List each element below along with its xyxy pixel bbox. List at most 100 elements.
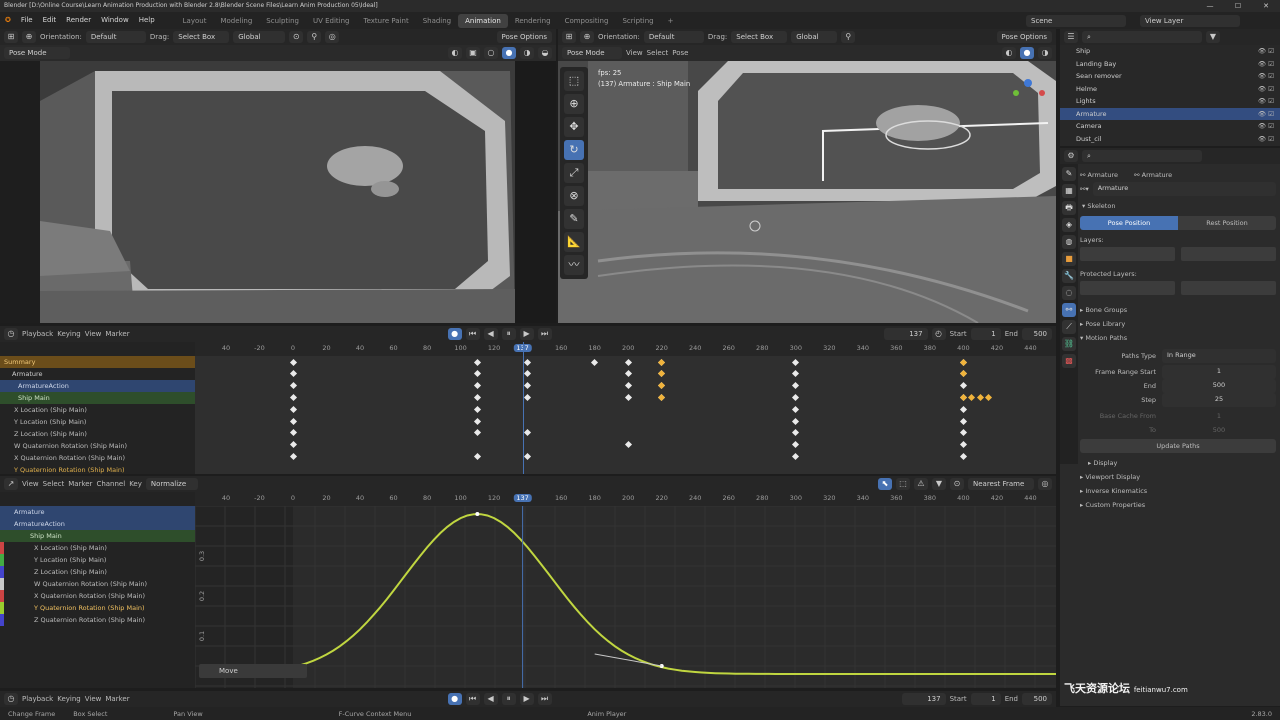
select-box-tool-icon[interactable]: ⬚ bbox=[564, 71, 584, 91]
workspace-tab-uv-editing[interactable]: UV Editing bbox=[306, 14, 357, 28]
visibility-eye-icon[interactable]: 👁 ☑ bbox=[1258, 58, 1274, 71]
only-errors-icon[interactable]: ⚠ bbox=[914, 478, 928, 490]
panel-custom-properties[interactable]: ▸ Custom Properties bbox=[1080, 498, 1276, 512]
channel-armature[interactable]: Armature bbox=[0, 368, 195, 380]
keyframe[interactable] bbox=[792, 429, 800, 437]
keyframe[interactable] bbox=[959, 441, 967, 449]
channel-x-location[interactable]: X Location (Ship Main) bbox=[0, 404, 195, 416]
dopesheet-keys[interactable] bbox=[195, 356, 1056, 474]
channel-group-ship-main[interactable]: Ship Main bbox=[0, 530, 195, 542]
keyframe-selected[interactable] bbox=[984, 393, 993, 401]
dopesheet-ruler[interactable]: 40-2002040608010012013716018020022024026… bbox=[195, 342, 1056, 356]
menu-playback[interactable]: Playback bbox=[22, 330, 53, 338]
pause-icon[interactable]: ⏸ bbox=[501, 693, 516, 705]
workspace-tab-modeling[interactable]: Modeling bbox=[213, 14, 259, 28]
keyframe[interactable] bbox=[289, 429, 297, 437]
menu-view[interactable]: View bbox=[22, 480, 39, 488]
protected-layers-grid[interactable] bbox=[1080, 281, 1276, 295]
keyframe[interactable] bbox=[959, 452, 967, 460]
channel-x-quat[interactable]: X Quaternion Rotation (Ship Main) bbox=[0, 452, 195, 464]
mode-dropdown[interactable]: Pose Mode bbox=[562, 47, 622, 59]
status-anim-player[interactable]: Anim Player bbox=[587, 710, 626, 718]
keyframe[interactable] bbox=[473, 370, 481, 378]
editor-type-icon[interactable]: ◷ bbox=[4, 693, 18, 705]
workspace-tab-compositing[interactable]: Compositing bbox=[558, 14, 616, 28]
panel-inverse-kinematics[interactable]: ▸ Inverse Kinematics bbox=[1080, 484, 1276, 498]
menu-key[interactable]: Key bbox=[129, 480, 142, 488]
transform-orientation-dropdown[interactable]: Global bbox=[233, 31, 286, 43]
orientation-dropdown[interactable]: Default bbox=[85, 31, 146, 43]
next-key-icon[interactable]: ▶ bbox=[519, 328, 534, 340]
shading-solid-icon[interactable]: ● bbox=[502, 47, 516, 59]
keyframe[interactable] bbox=[792, 382, 800, 390]
menu-marker[interactable]: Marker bbox=[105, 695, 129, 703]
pose-options-dropdown[interactable]: Pose Options bbox=[996, 31, 1052, 43]
xray-icon[interactable]: ▣ bbox=[466, 47, 480, 59]
menu-window[interactable]: Window bbox=[96, 12, 134, 29]
channel-z-location[interactable]: Z Location (Ship Main) bbox=[0, 428, 195, 440]
filter-icon[interactable]: ▼ bbox=[1206, 31, 1220, 43]
keyframe[interactable] bbox=[624, 358, 632, 366]
visibility-eye-icon[interactable]: 👁 ☑ bbox=[1258, 95, 1274, 108]
armature-name-field[interactable]: Armature bbox=[1092, 182, 1276, 196]
workspace-tab-rendering[interactable]: Rendering bbox=[508, 14, 558, 28]
menu-view[interactable]: View bbox=[85, 330, 102, 338]
keyframe[interactable] bbox=[289, 452, 297, 460]
keyframe[interactable] bbox=[959, 417, 967, 425]
channel-w-quat[interactable]: W Quaternion Rotation (Ship Main) bbox=[0, 440, 195, 452]
proportional-edit-icon[interactable]: ◎ bbox=[325, 31, 340, 43]
keyframe[interactable] bbox=[524, 393, 532, 401]
pivot-icon[interactable]: ⊙ bbox=[950, 478, 964, 490]
keyframe[interactable] bbox=[289, 393, 297, 401]
frame-range-end-field[interactable]: 500 bbox=[1162, 379, 1276, 393]
outliner-item[interactable]: Ship 👁 ☑ bbox=[1060, 45, 1280, 58]
shading-material-icon[interactable]: ◑ bbox=[520, 47, 534, 59]
keyframe[interactable] bbox=[792, 441, 800, 449]
keyframe[interactable] bbox=[591, 358, 599, 366]
channel-action[interactable]: ArmatureAction bbox=[0, 518, 195, 530]
cursor-tool-icon[interactable]: ⊕ bbox=[564, 94, 584, 114]
render-tab-icon[interactable]: ▦ bbox=[1062, 184, 1076, 198]
outliner-item[interactable]: Sean remover 👁 ☑ bbox=[1060, 70, 1280, 83]
object-tab-icon[interactable]: ■ bbox=[1062, 252, 1076, 266]
view-layer-selector[interactable]: View Layer bbox=[1140, 14, 1240, 27]
current-frame-field[interactable]: 137 bbox=[901, 693, 946, 705]
curve-y-location[interactable]: Y Location (Ship Main) bbox=[0, 554, 195, 566]
outliner-item[interactable]: Dust_cil 👁 ☑ bbox=[1060, 133, 1280, 146]
outliner-item[interactable]: Landing Bay 👁 ☑ bbox=[1060, 58, 1280, 71]
editor-type-icon[interactable]: ⚙ bbox=[1064, 150, 1078, 162]
scale-tool-icon[interactable]: ⤢ bbox=[564, 163, 584, 183]
panel-pose-library[interactable]: ▸ Pose Library bbox=[1080, 317, 1276, 331]
visibility-eye-icon[interactable]: 👁 ☑ bbox=[1258, 45, 1274, 58]
update-paths-button[interactable]: Update Paths bbox=[1080, 439, 1276, 453]
editor-type-icon[interactable]: ◷ bbox=[4, 328, 18, 340]
keyframe[interactable] bbox=[624, 382, 632, 390]
record-icon[interactable]: ● bbox=[447, 693, 462, 705]
maximize-button[interactable]: ☐ bbox=[1224, 0, 1252, 12]
properties-search[interactable]: ⌕ bbox=[1082, 150, 1202, 162]
panel-skeleton[interactable]: ▾ Skeleton bbox=[1080, 199, 1276, 213]
menu-keying[interactable]: Keying bbox=[57, 330, 81, 338]
workspace-tab-scripting[interactable]: Scripting bbox=[615, 14, 660, 28]
panel-display[interactable]: ▸ Display bbox=[1080, 456, 1276, 470]
workspace-tab-shading[interactable]: Shading bbox=[416, 14, 458, 28]
normalize-toggle[interactable]: Normalize bbox=[145, 478, 198, 490]
next-key-icon[interactable]: ▶ bbox=[519, 693, 534, 705]
bone-tab-icon[interactable]: ⟋ bbox=[1062, 320, 1076, 334]
fcurve-canvas[interactable] bbox=[195, 506, 1056, 688]
keyframe[interactable] bbox=[792, 370, 800, 378]
tool-tab-icon[interactable]: ✎ bbox=[1062, 167, 1076, 181]
menu-file[interactable]: File bbox=[16, 12, 38, 29]
menu-marker[interactable]: Marker bbox=[105, 330, 129, 338]
workspace-tab-texture-paint[interactable]: Texture Paint bbox=[357, 14, 416, 28]
close-button[interactable]: ✕ bbox=[1252, 0, 1280, 12]
menu-select[interactable]: Select bbox=[647, 49, 669, 57]
start-frame-field[interactable]: 1 bbox=[970, 328, 1001, 340]
outliner-item[interactable]: Lights 👁 ☑ bbox=[1060, 95, 1280, 108]
keyframe[interactable] bbox=[624, 370, 632, 378]
menu-help[interactable]: Help bbox=[134, 12, 160, 29]
menu-pose[interactable]: Pose bbox=[672, 49, 688, 57]
keyframe[interactable] bbox=[473, 417, 481, 425]
channel-armature[interactable]: Armature bbox=[0, 506, 195, 518]
relax-tool-icon[interactable]: 〰 bbox=[564, 255, 584, 275]
